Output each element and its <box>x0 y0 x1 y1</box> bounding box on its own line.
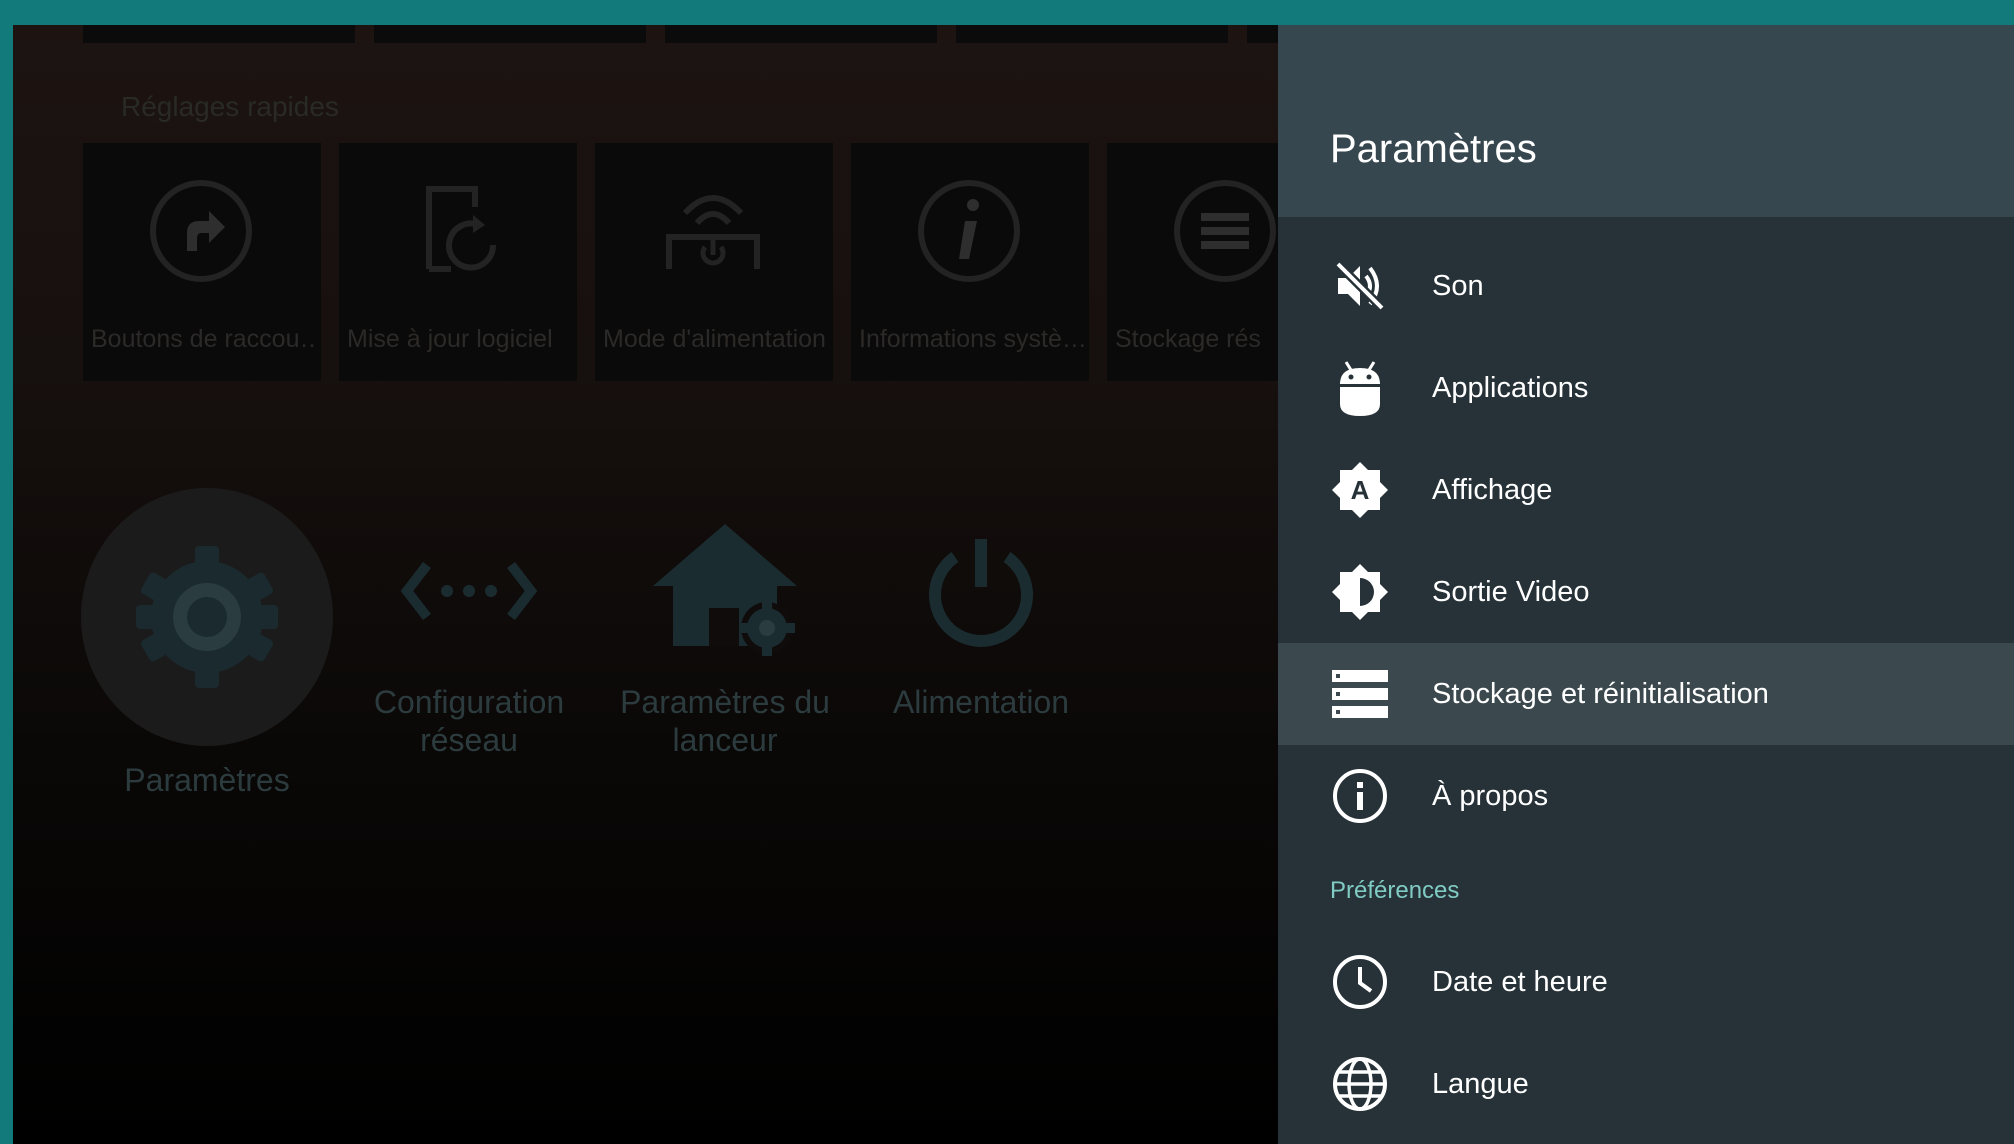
focus-circle <box>81 488 333 746</box>
storage-icon <box>1174 180 1276 282</box>
section-header-preferences: Préférences <box>1330 877 1460 904</box>
info-icon <box>1330 766 1390 826</box>
tile-label: Mode d'alimentation <box>603 325 826 353</box>
launcher-background: Réglages rapides Boutons de raccou… Mise… <box>13 25 1278 1144</box>
app-settings[interactable]: Paramètres <box>81 488 333 799</box>
tile-label: Stockage rés <box>1115 325 1261 353</box>
top-card-strip <box>1247 25 1278 43</box>
home-gear-icon <box>653 524 797 656</box>
quick-setting-tile-software-update[interactable]: Mise à jour logiciel <box>339 143 577 381</box>
tile-label: Mise à jour logiciel <box>347 325 553 353</box>
app-label: Alimentation <box>892 684 1070 720</box>
power-icon <box>929 539 1033 647</box>
clock-icon <box>1330 952 1390 1012</box>
menu-item-label: À propos <box>1432 779 1549 812</box>
app-label: Configuration réseau <box>373 684 565 758</box>
sound-mute-icon <box>1330 256 1390 316</box>
menu-item-label: Son <box>1432 269 1484 302</box>
top-card-strip <box>374 25 646 43</box>
menu-item-label: Stockage et réinitialisation <box>1432 677 1769 710</box>
gear-icon <box>136 546 278 688</box>
app-power[interactable]: Alimentation <box>855 465 1107 721</box>
app-label: Paramètres du lanceur <box>620 684 830 758</box>
app-network-config[interactable]: Configuration réseau <box>343 465 595 759</box>
brightness-auto-icon: A <box>1330 460 1390 520</box>
storage-icon <box>1330 664 1390 724</box>
quick-setting-tile-shortcuts[interactable]: Boutons de raccou… <box>83 143 321 381</box>
quick-setting-tile-power-mode[interactable]: Mode d'alimentation <box>595 143 833 381</box>
brightness-icon <box>1330 562 1390 622</box>
app-label: Paramètres <box>124 762 290 798</box>
network-icon <box>400 561 538 621</box>
menu-item-video-output[interactable]: Sortie Video <box>1278 541 2014 643</box>
tile-label: Informations systè… <box>859 325 1085 353</box>
menu-item-applications[interactable]: Applications <box>1278 337 2014 439</box>
menu-item-label: Langue <box>1432 1067 1529 1100</box>
quick-setting-tile-storage[interactable]: Stockage rés <box>1107 143 1278 381</box>
top-card-strip <box>956 25 1228 43</box>
panel-header: Paramètres <box>1278 25 2014 217</box>
menu-item-sound[interactable]: Son <box>1278 235 2014 337</box>
menu-item-language[interactable]: Langue <box>1278 1033 2014 1135</box>
quick-setting-tile-system-info[interactable]: Informations systè… <box>851 143 1089 381</box>
menu-item-label: Affichage <box>1432 473 1553 506</box>
tv-screen: Réglages rapides Boutons de raccou… Mise… <box>13 25 2014 1144</box>
menu-item-label: Sortie Video <box>1432 575 1590 608</box>
menu-item-storage-reset[interactable]: Stockage et réinitialisation <box>1278 643 2014 745</box>
svg-text:A: A <box>1351 475 1370 505</box>
top-card-strip <box>83 25 355 43</box>
menu-item-date-time[interactable]: Date et heure <box>1278 931 2014 1033</box>
android-icon <box>1330 358 1390 418</box>
power-mode-icon <box>666 195 760 269</box>
menu-item-label: Applications <box>1432 371 1589 404</box>
menu-item-display[interactable]: A Affichage <box>1278 439 2014 541</box>
info-icon <box>918 180 1020 282</box>
software-update-icon <box>426 186 497 272</box>
globe-icon <box>1330 1054 1390 1114</box>
top-card-strip <box>665 25 937 43</box>
quick-settings-heading: Réglages rapides <box>121 91 339 122</box>
page-title: Paramètres <box>1330 127 1537 171</box>
shortcut-icon <box>150 180 252 282</box>
tile-label: Boutons de raccou… <box>91 325 317 353</box>
menu-item-about[interactable]: À propos <box>1278 745 2014 847</box>
app-launcher-settings[interactable]: Paramètres du lanceur <box>599 465 851 759</box>
menu-item-label: Date et heure <box>1432 965 1608 998</box>
settings-panel: Paramètres Son Applications A Affichage … <box>1278 25 2014 1144</box>
